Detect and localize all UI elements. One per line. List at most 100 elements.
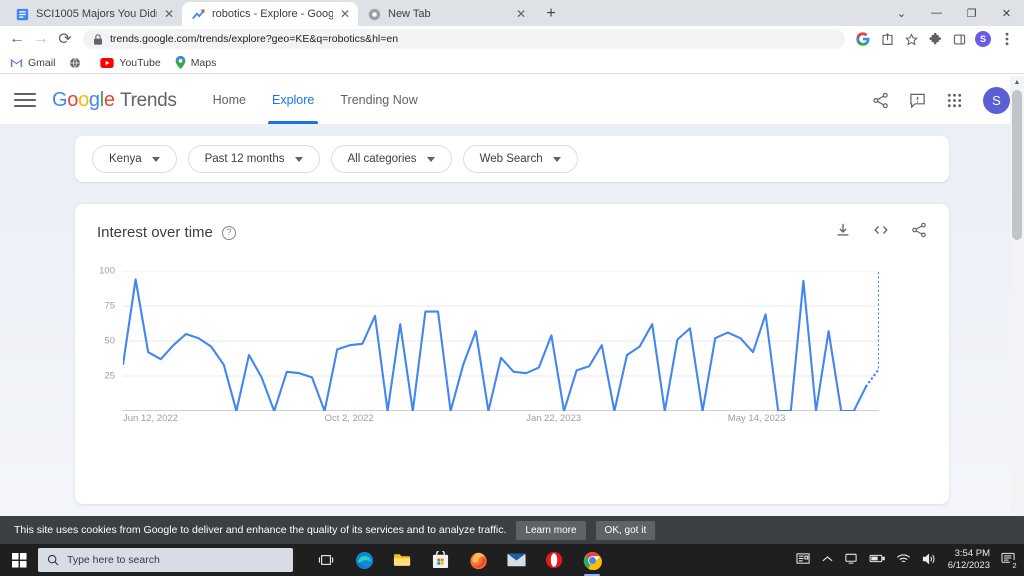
- y-axis-tick-label: 25: [104, 370, 115, 382]
- taskbar-clock[interactable]: 3:54 PM 6/12/2023: [948, 548, 990, 572]
- notification-center-icon[interactable]: 2: [1001, 552, 1020, 571]
- google-lens-icon[interactable]: [852, 28, 874, 50]
- new-tab-button[interactable]: +: [540, 3, 562, 25]
- task-view-icon[interactable]: [315, 548, 337, 572]
- card-actions: [835, 222, 927, 243]
- windows-start-icon[interactable]: [0, 544, 38, 576]
- y-axis-tick-label: 75: [104, 300, 115, 312]
- tab-close-icon[interactable]: ✕: [340, 8, 350, 20]
- browser-tab-2[interactable]: New Tab ✕: [358, 2, 534, 26]
- page-scrollbar[interactable]: ▲ ▼: [1010, 76, 1024, 544]
- chrome-icon: [368, 8, 381, 20]
- logo-product: Trends: [120, 89, 177, 111]
- search-icon: [47, 554, 59, 566]
- chart-line: [123, 278, 868, 411]
- card-title: Interest over time: [97, 224, 213, 241]
- tab-close-icon[interactable]: ✕: [516, 8, 526, 20]
- tab-title: robotics - Explore - Google Trends: [212, 8, 333, 20]
- bookmark-globe[interactable]: [69, 57, 86, 69]
- reload-button[interactable]: ⟳: [54, 28, 76, 50]
- menu-icon[interactable]: [14, 93, 36, 107]
- filter-category[interactable]: All categories: [330, 145, 452, 173]
- extensions-icon[interactable]: [924, 28, 946, 50]
- bookmark-label: YouTube: [119, 56, 161, 69]
- filter-label: Web Search: [479, 153, 543, 165]
- feedback-icon[interactable]: [909, 92, 926, 109]
- clock-date: 6/12/2023: [947, 560, 990, 571]
- onedrive-icon[interactable]: [844, 552, 858, 568]
- page-viewport: Google Trends Home Explore Trending Now: [0, 76, 1024, 544]
- tab-close-icon[interactable]: ✕: [164, 8, 174, 20]
- card-header: Interest over time ?: [97, 222, 927, 243]
- globe-icon: [70, 57, 81, 68]
- chevron-down-icon: [294, 156, 303, 162]
- volume-icon[interactable]: [922, 553, 937, 568]
- system-tray: 3:54 PM 6/12/2023 2: [796, 548, 1024, 572]
- forward-button[interactable]: →: [30, 28, 52, 50]
- filter-time-range[interactable]: Past 12 months: [187, 145, 320, 173]
- filters-bar: Kenya Past 12 months All categories Web …: [75, 136, 949, 182]
- download-icon[interactable]: [835, 222, 851, 243]
- google-trends-logo[interactable]: Google Trends: [52, 89, 177, 112]
- profile-avatar[interactable]: S: [972, 28, 994, 50]
- filter-search-type[interactable]: Web Search: [462, 145, 578, 173]
- learn-more-button[interactable]: Learn more: [516, 520, 586, 540]
- account-avatar[interactable]: S: [983, 86, 1010, 114]
- nav-item-explore[interactable]: Explore: [267, 76, 319, 124]
- bookmark-maps[interactable]: Maps: [175, 56, 216, 69]
- bookmark-star-icon[interactable]: [900, 28, 922, 50]
- embed-code-icon[interactable]: [873, 222, 889, 243]
- opera-icon[interactable]: [543, 548, 565, 572]
- show-hidden-icons-icon[interactable]: [822, 555, 833, 566]
- bookmark-youtube[interactable]: YouTube: [100, 56, 161, 69]
- chart-line-partial: [865, 271, 879, 387]
- chevron-down-icon: [151, 156, 160, 162]
- side-panel-icon[interactable]: [948, 28, 970, 50]
- interest-over-time-chart: 25 50 75 100 Jun 12, 2022 Oct 2, 2022 Jan 22,…: [97, 266, 927, 441]
- share-icon[interactable]: [911, 222, 927, 243]
- chrome-icon[interactable]: [581, 548, 603, 576]
- apps-grid-icon[interactable]: [946, 92, 963, 109]
- address-bar[interactable]: trends.google.com/trends/explore?geo=KE&…: [83, 29, 845, 49]
- nav-item-trending-now[interactable]: Trending Now: [340, 76, 417, 124]
- file-explorer-icon[interactable]: [391, 548, 413, 572]
- browser-tab-0[interactable]: SCI1005 Majors You Didn't Know ✕: [6, 2, 182, 26]
- filters-section: Kenya Past 12 months All categories Web …: [0, 124, 1024, 182]
- scrollbar-thumb[interactable]: [1012, 90, 1022, 240]
- nav-item-home[interactable]: Home: [213, 76, 246, 124]
- logo-letter: e: [103, 88, 115, 111]
- taskbar-search-input[interactable]: Type here to search: [38, 548, 293, 572]
- browser-tab-1[interactable]: robotics - Explore - Google Trends ✕: [182, 2, 358, 26]
- help-icon[interactable]: ?: [221, 225, 236, 240]
- chrome-menu-icon[interactable]: [996, 28, 1018, 50]
- share-icon[interactable]: [876, 28, 898, 50]
- scroll-up-arrow[interactable]: ▲: [1013, 79, 1021, 87]
- edge-icon[interactable]: [353, 548, 375, 572]
- x-axis-tick-label: Jan 22, 2023: [526, 413, 582, 424]
- gmail-icon: [10, 58, 23, 67]
- minimize-button[interactable]: —: [919, 0, 954, 26]
- filter-label: Past 12 months: [204, 153, 285, 165]
- mail-icon[interactable]: [505, 548, 527, 572]
- maximize-button[interactable]: ❐: [954, 0, 989, 26]
- filter-region[interactable]: Kenya: [92, 145, 177, 173]
- cookie-text: This site uses cookies from Google to de…: [14, 524, 507, 536]
- back-button[interactable]: ←: [6, 28, 28, 50]
- tab-search-icon[interactable]: ⌄: [884, 0, 919, 26]
- tab-strip: SCI1005 Majors You Didn't Know ✕ robotic…: [0, 0, 1024, 26]
- browser-window: SCI1005 Majors You Didn't Know ✕ robotic…: [0, 0, 1024, 576]
- microsoft-store-icon[interactable]: [429, 548, 451, 572]
- close-window-button[interactable]: ✕: [989, 0, 1024, 26]
- url-text: trends.google.com/trends/explore?geo=KE&…: [110, 33, 399, 45]
- bookmark-gmail[interactable]: Gmail: [10, 57, 55, 69]
- logo-letter: G: [52, 88, 68, 111]
- y-axis-tick-label: 100: [99, 265, 115, 277]
- share-icon[interactable]: [872, 92, 889, 109]
- avatar-initial: S: [975, 31, 991, 47]
- news-weather-icon[interactable]: [796, 552, 811, 568]
- bookmarks-bar: Gmail YouTube Maps: [0, 52, 1024, 74]
- wifi-icon[interactable]: [896, 553, 911, 568]
- firefox-icon[interactable]: [467, 548, 489, 572]
- battery-icon[interactable]: [869, 554, 885, 566]
- accept-cookies-button[interactable]: OK, got it: [595, 520, 656, 540]
